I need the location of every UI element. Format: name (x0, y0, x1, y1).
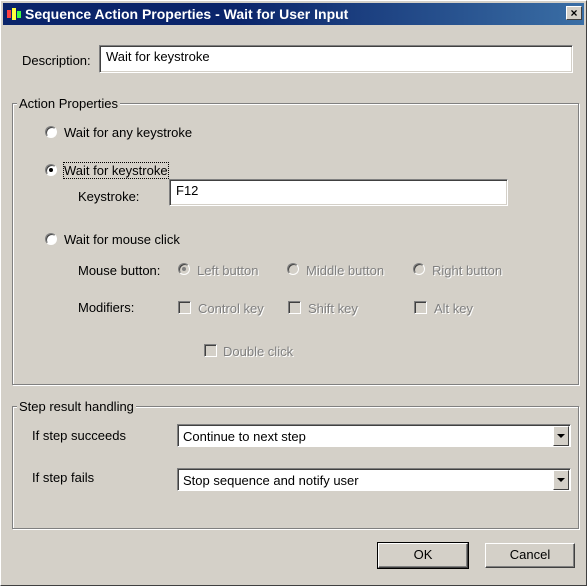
middle-button-label[interactable]: Middle button (306, 263, 384, 278)
window-title: Sequence Action Properties - Wait for Us… (25, 6, 349, 22)
radio-any-keystroke[interactable] (45, 126, 57, 138)
shift-key-label[interactable]: Shift key (308, 301, 358, 316)
radio-selected-dot (182, 267, 186, 271)
radio-keystroke[interactable] (45, 164, 57, 176)
title-bar[interactable]: Sequence Action Properties - Wait for Us… (3, 3, 584, 25)
fails-select[interactable]: Stop sequence and notify user (177, 468, 571, 491)
dialog-window: Sequence Action Properties - Wait for Us… (0, 0, 587, 586)
fails-label: If step fails (32, 470, 95, 485)
close-icon: × (570, 6, 578, 20)
modifiers-label: Modifiers: (78, 300, 135, 315)
radio-middle-button[interactable] (287, 263, 299, 275)
checkbox-alt-key[interactable] (414, 301, 427, 314)
cancel-button[interactable]: Cancel (485, 543, 575, 568)
radio-mouse-click[interactable] (45, 233, 57, 245)
chevron-down-icon (557, 434, 565, 438)
description-label: Description: (22, 53, 91, 68)
radio-right-button[interactable] (413, 263, 425, 275)
checkbox-shift-key[interactable] (288, 301, 301, 314)
succeeds-dropdown-button[interactable] (553, 426, 569, 446)
app-icon (7, 8, 21, 20)
keystroke-label: Keystroke: (78, 189, 140, 204)
left-button-label[interactable]: Left button (197, 263, 258, 278)
control-key-label[interactable]: Control key (198, 301, 264, 316)
close-button[interactable]: × (566, 6, 582, 20)
radio-selected-dot (49, 168, 53, 172)
step-result-label: Step result handling (17, 399, 136, 414)
radio-mouse-click-label[interactable]: Wait for mouse click (64, 232, 180, 247)
fails-dropdown-button[interactable] (553, 470, 569, 490)
radio-keystroke-label[interactable]: Wait for keystroke (63, 162, 169, 179)
right-button-label[interactable]: Right button (432, 263, 502, 278)
radio-any-keystroke-label[interactable]: Wait for any keystroke (64, 125, 192, 140)
fails-value: Stop sequence and notify user (183, 473, 359, 488)
mouse-button-label: Mouse button: (78, 263, 161, 278)
chevron-down-icon (557, 478, 565, 482)
checkbox-double-click[interactable] (204, 344, 217, 357)
ok-button[interactable]: OK (377, 542, 469, 569)
keystroke-input[interactable]: F12 (169, 179, 508, 206)
alt-key-label[interactable]: Alt key (434, 301, 473, 316)
radio-left-button[interactable] (178, 263, 190, 275)
succeeds-value: Continue to next step (183, 429, 306, 444)
succeeds-select[interactable]: Continue to next step (177, 424, 571, 447)
action-properties-label: Action Properties (17, 96, 120, 111)
double-click-label[interactable]: Double click (223, 344, 293, 359)
checkbox-control-key[interactable] (178, 301, 191, 314)
succeeds-label: If step succeeds (32, 428, 126, 443)
description-input[interactable]: Wait for keystroke (99, 45, 573, 73)
